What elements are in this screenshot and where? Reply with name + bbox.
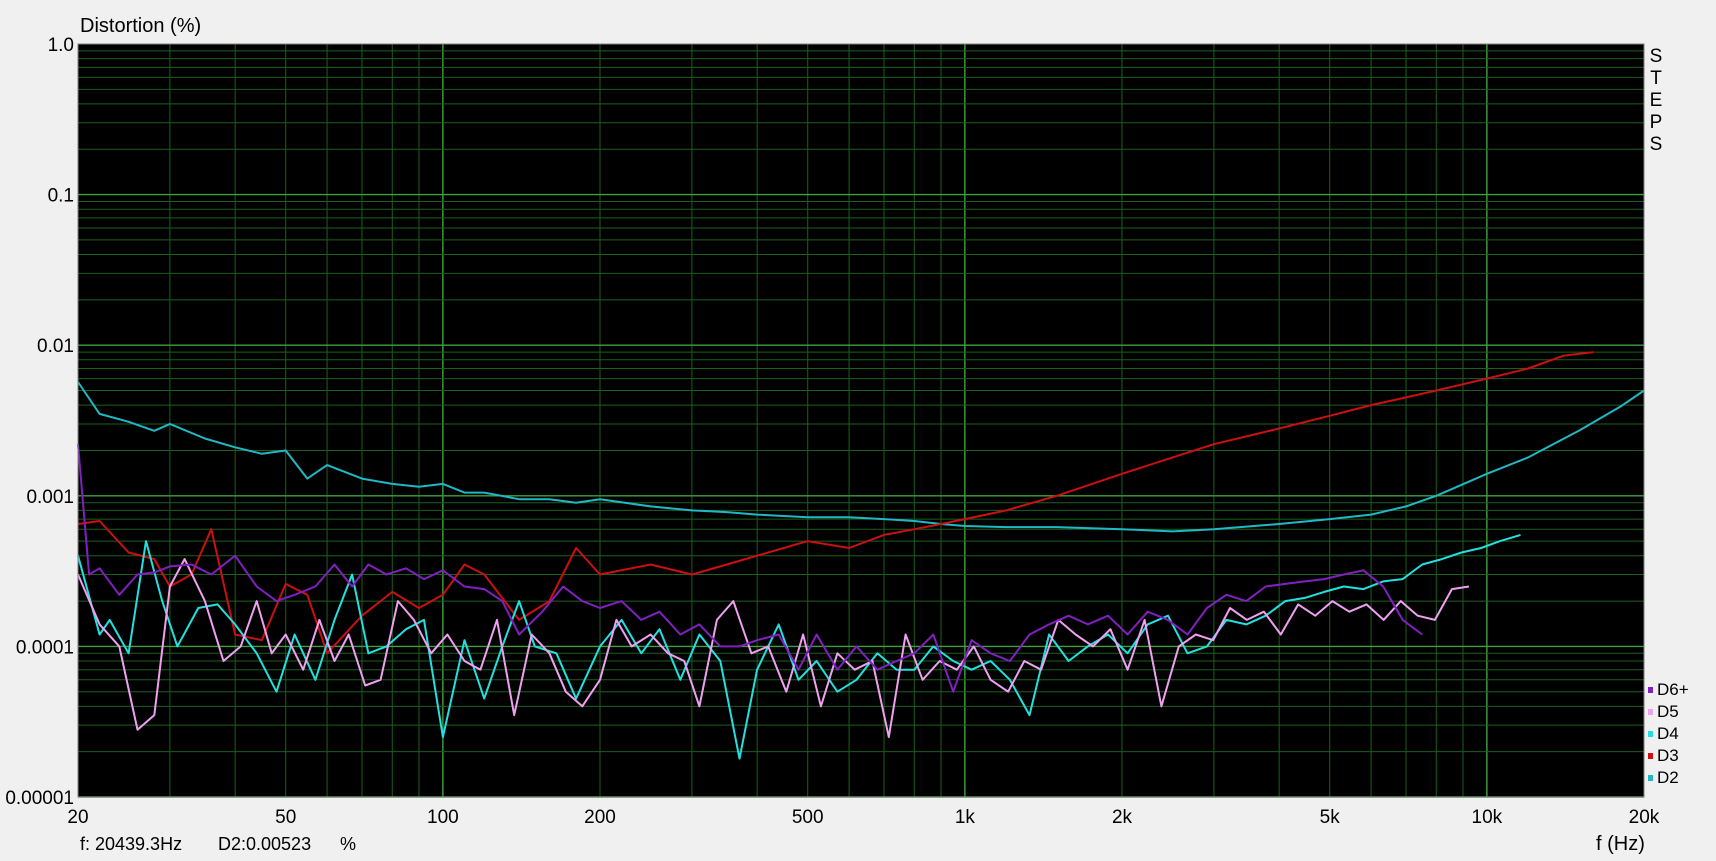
y-tick-label: 0.01 bbox=[37, 336, 74, 357]
x-tick-label: 10k bbox=[1472, 807, 1503, 828]
steps-letter: S bbox=[1650, 46, 1663, 67]
x-tick-label: 500 bbox=[792, 807, 824, 828]
steps-letter: S bbox=[1650, 134, 1663, 155]
legend-swatch bbox=[1648, 709, 1653, 715]
y-tick-label: 0.001 bbox=[26, 487, 74, 508]
y-tick-labels: 1.0 0.1 0.01 0.001 0.0001 0.00001 bbox=[5, 35, 74, 809]
legend-label: D6+ bbox=[1657, 680, 1689, 699]
x-tick-label: 100 bbox=[427, 807, 459, 828]
plot-area bbox=[78, 44, 1644, 797]
x-tick-labels: 20 50 100 200 500 1k 2k 5k 10k 20k bbox=[67, 807, 1659, 828]
steps-side-label: STEPS bbox=[1650, 46, 1663, 155]
distortion-chart: 1.0 0.1 0.01 0.001 0.0001 0.00001 20 50 100 200 5… bbox=[5, 15, 1689, 855]
x-tick-label: 200 bbox=[584, 807, 616, 828]
y-tick-label: 0.0001 bbox=[16, 637, 74, 658]
legend-label: D5 bbox=[1657, 702, 1679, 721]
x-tick-label: 5k bbox=[1320, 807, 1341, 828]
legend-swatch bbox=[1648, 731, 1653, 737]
steps-letter: E bbox=[1650, 90, 1663, 111]
y-tick-label: 0.00001 bbox=[5, 788, 74, 809]
y-tick-label: 1.0 bbox=[48, 35, 74, 56]
x-tick-label: 2k bbox=[1112, 807, 1133, 828]
legend: D6+ D5 D4 D3 D2 bbox=[1648, 680, 1689, 787]
steps-letter: P bbox=[1650, 112, 1663, 133]
value-readout: D2:0.00523 bbox=[218, 834, 311, 854]
x-tick-label: 20k bbox=[1629, 807, 1660, 828]
x-tick-label: 20 bbox=[67, 807, 88, 828]
unit-readout: % bbox=[340, 834, 356, 854]
legend-label: D3 bbox=[1657, 746, 1679, 765]
x-tick-label: 50 bbox=[275, 807, 296, 828]
x-tick-label: 1k bbox=[955, 807, 976, 828]
legend-label: D4 bbox=[1657, 724, 1679, 743]
legend-label: D2 bbox=[1657, 768, 1679, 787]
y-tick-label: 0.1 bbox=[48, 186, 74, 207]
legend-swatch bbox=[1648, 687, 1653, 693]
x-axis-title: f (Hz) bbox=[1596, 833, 1645, 855]
legend-swatch bbox=[1648, 753, 1653, 759]
legend-swatch bbox=[1648, 775, 1653, 781]
steps-letter: T bbox=[1650, 68, 1662, 89]
y-axis-title: Distortion (%) bbox=[80, 15, 201, 37]
frequency-readout: f: 20439.3Hz bbox=[80, 834, 182, 854]
